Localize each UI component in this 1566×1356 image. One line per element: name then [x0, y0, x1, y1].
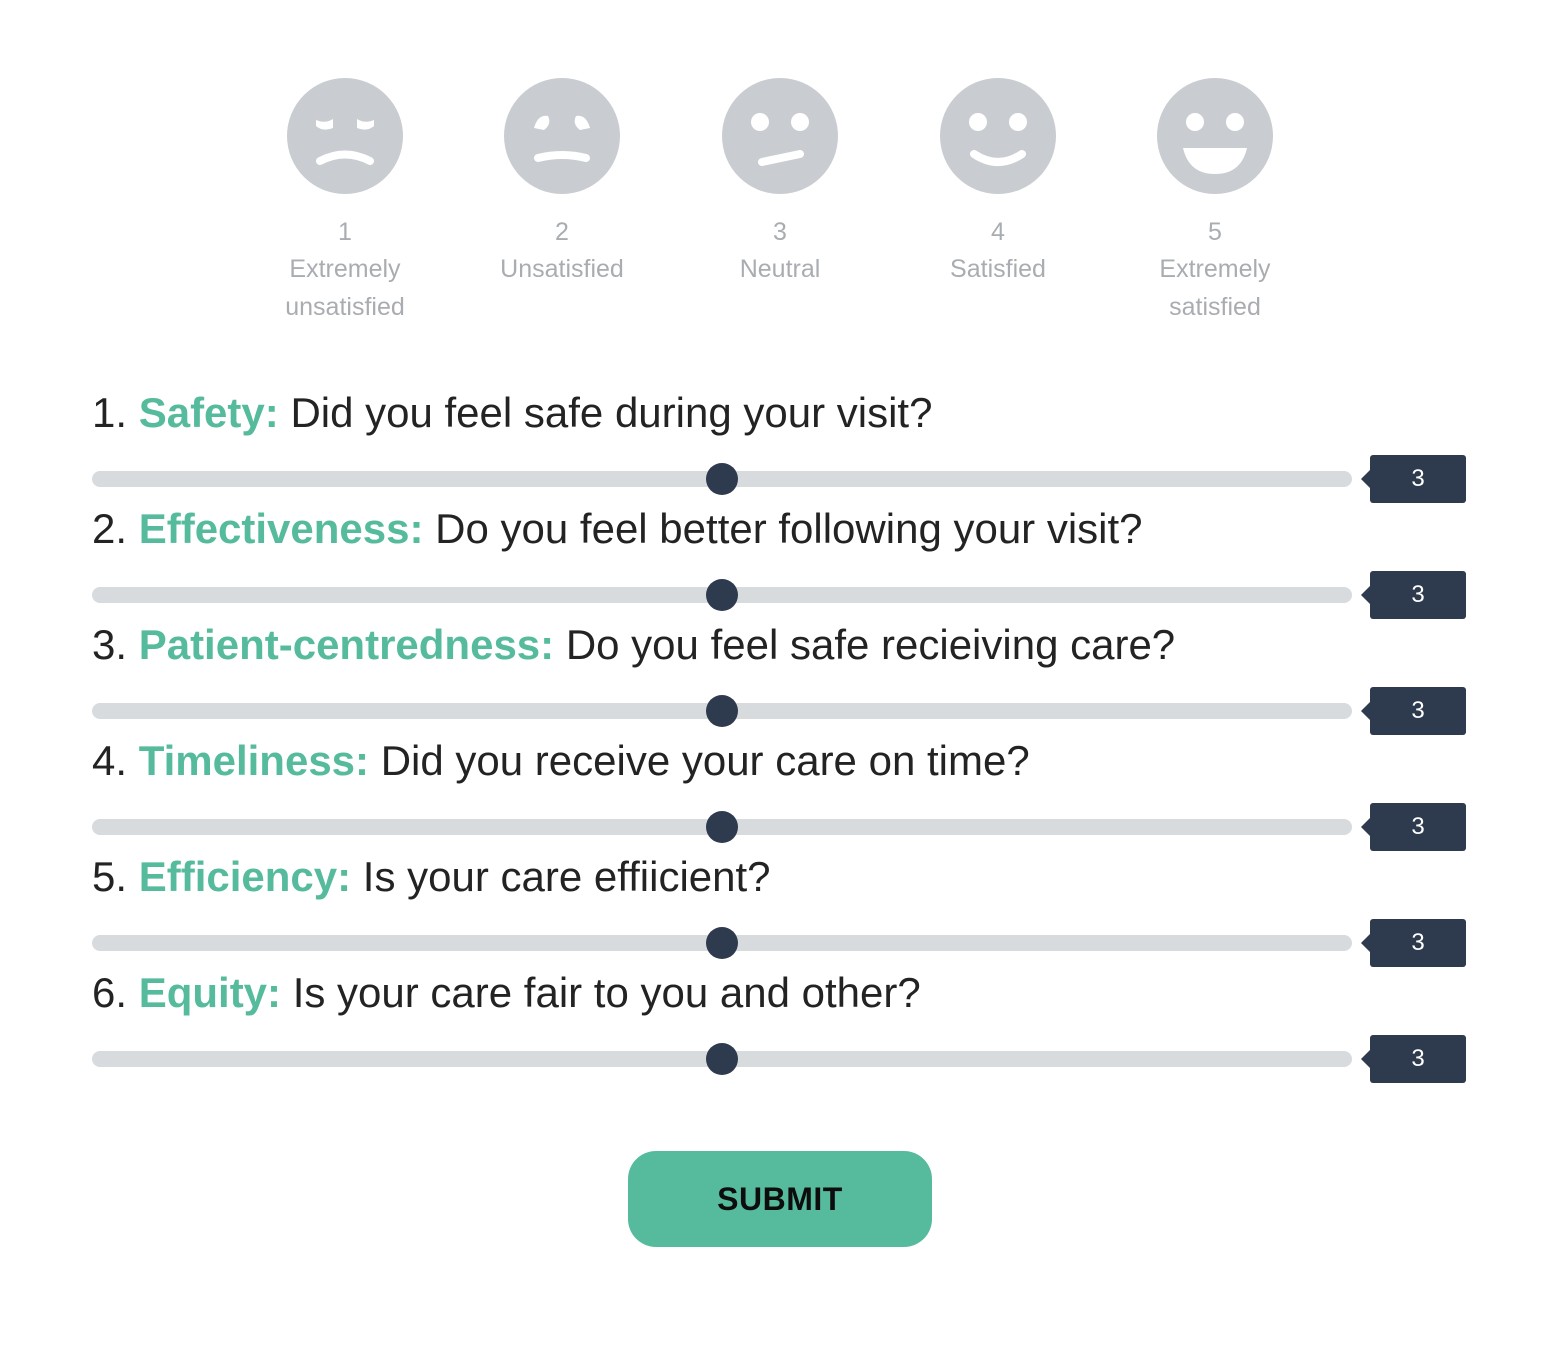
slider-thumb[interactable] [706, 811, 738, 843]
scale-label-line1: Extremely [1159, 255, 1271, 283]
scale-label-line2: unsatisfied [285, 293, 405, 321]
question-patient-centredness: 3. Patient-centredness: Do you feel safe… [92, 617, 1472, 735]
satisfied-face-icon [940, 78, 1056, 194]
neutral-face-icon [722, 78, 838, 194]
scale-number: 3 [773, 218, 787, 246]
slider-thumb[interactable] [706, 463, 738, 495]
extremely-satisfied-face-icon [1157, 78, 1273, 194]
slider-value-badge: 3 [1361, 919, 1466, 967]
question-number: 6. [92, 969, 128, 1016]
slider-value-badge: 3 [1361, 1035, 1466, 1083]
question-text: 4. Timeliness: Did you receive your care… [92, 733, 1030, 789]
question-category: Efficiency: [138, 853, 352, 900]
question-number: 4. [92, 737, 128, 784]
rating-scale-legend: 1 Extremely unsatisfied 2 Unsatisfied 3 … [0, 78, 1566, 338]
question-prompt: Did you receive your care on time? [380, 737, 1030, 784]
scale-label-line1: Satisfied [950, 255, 1046, 283]
question-text: 6. Equity: Is your care fair to you and … [92, 965, 921, 1021]
question-safety: 1. Safety: Did you feel safe during your… [92, 385, 1472, 503]
question-prompt: Do you feel safe recieiving care? [565, 621, 1176, 668]
extremely-unsatisfied-face-icon [287, 78, 403, 194]
question-number: 2. [92, 505, 128, 552]
question-category: Timeliness: [138, 737, 370, 784]
scale-item-5: 5 Extremely satisfied [1115, 78, 1315, 326]
rating-slider[interactable] [92, 695, 1352, 727]
question-prompt: Is your care fair to you and other? [292, 969, 921, 1016]
question-text: 1. Safety: Did you feel safe during your… [92, 385, 932, 441]
question-number: 5. [92, 853, 128, 900]
question-number: 1. [92, 389, 128, 436]
question-prompt: Is your care effiicient? [362, 853, 771, 900]
slider-thumb[interactable] [706, 579, 738, 611]
slider-value-badge: 3 [1361, 455, 1466, 503]
submit-button[interactable]: SUBMIT [628, 1151, 932, 1247]
scale-number: 5 [1208, 218, 1222, 246]
rating-slider[interactable] [92, 579, 1352, 611]
question-category: Patient-centredness: [138, 621, 555, 668]
question-category: Effectiveness: [138, 505, 424, 552]
question-prompt: Did you feel safe during your visit? [290, 389, 933, 436]
question-effectiveness: 2. Effectiveness: Do you feel better fol… [92, 501, 1472, 619]
question-prompt: Do you feel better following your visit? [435, 505, 1143, 552]
scale-label-line2: satisfied [1169, 293, 1261, 321]
question-timeliness: 4. Timeliness: Did you receive your care… [92, 733, 1472, 851]
rating-slider[interactable] [92, 811, 1352, 843]
rating-slider[interactable] [92, 927, 1352, 959]
question-category: Safety: [138, 389, 279, 436]
question-text: 5. Efficiency: Is your care effiicient? [92, 849, 771, 905]
slider-value-badge: 3 [1361, 687, 1466, 735]
slider-thumb[interactable] [706, 1043, 738, 1075]
scale-number: 2 [555, 218, 569, 246]
scale-item-1: 1 Extremely unsatisfied [245, 78, 445, 326]
slider-value-badge: 3 [1361, 571, 1466, 619]
question-text: 3. Patient-centredness: Do you feel safe… [92, 617, 1175, 673]
question-efficiency: 5. Efficiency: Is your care effiicient? … [92, 849, 1472, 967]
scale-item-2: 2 Unsatisfied [462, 78, 662, 288]
question-text: 2. Effectiveness: Do you feel better fol… [92, 501, 1143, 557]
scale-label-line1: Extremely [289, 255, 401, 283]
scale-number: 4 [991, 218, 1005, 246]
slider-value-badge: 3 [1361, 803, 1466, 851]
scale-label-line1: Unsatisfied [500, 255, 624, 283]
unsatisfied-face-icon [504, 78, 620, 194]
rating-slider[interactable] [92, 1043, 1352, 1075]
rating-slider[interactable] [92, 463, 1352, 495]
scale-number: 1 [338, 218, 352, 246]
question-equity: 6. Equity: Is your care fair to you and … [92, 965, 1472, 1083]
slider-thumb[interactable] [706, 927, 738, 959]
scale-label-line1: Neutral [739, 255, 821, 283]
scale-item-3: 3 Neutral [680, 78, 880, 288]
question-category: Equity: [138, 969, 282, 1016]
scale-item-4: 4 Satisfied [898, 78, 1098, 288]
slider-thumb[interactable] [706, 695, 738, 727]
question-number: 3. [92, 621, 128, 668]
